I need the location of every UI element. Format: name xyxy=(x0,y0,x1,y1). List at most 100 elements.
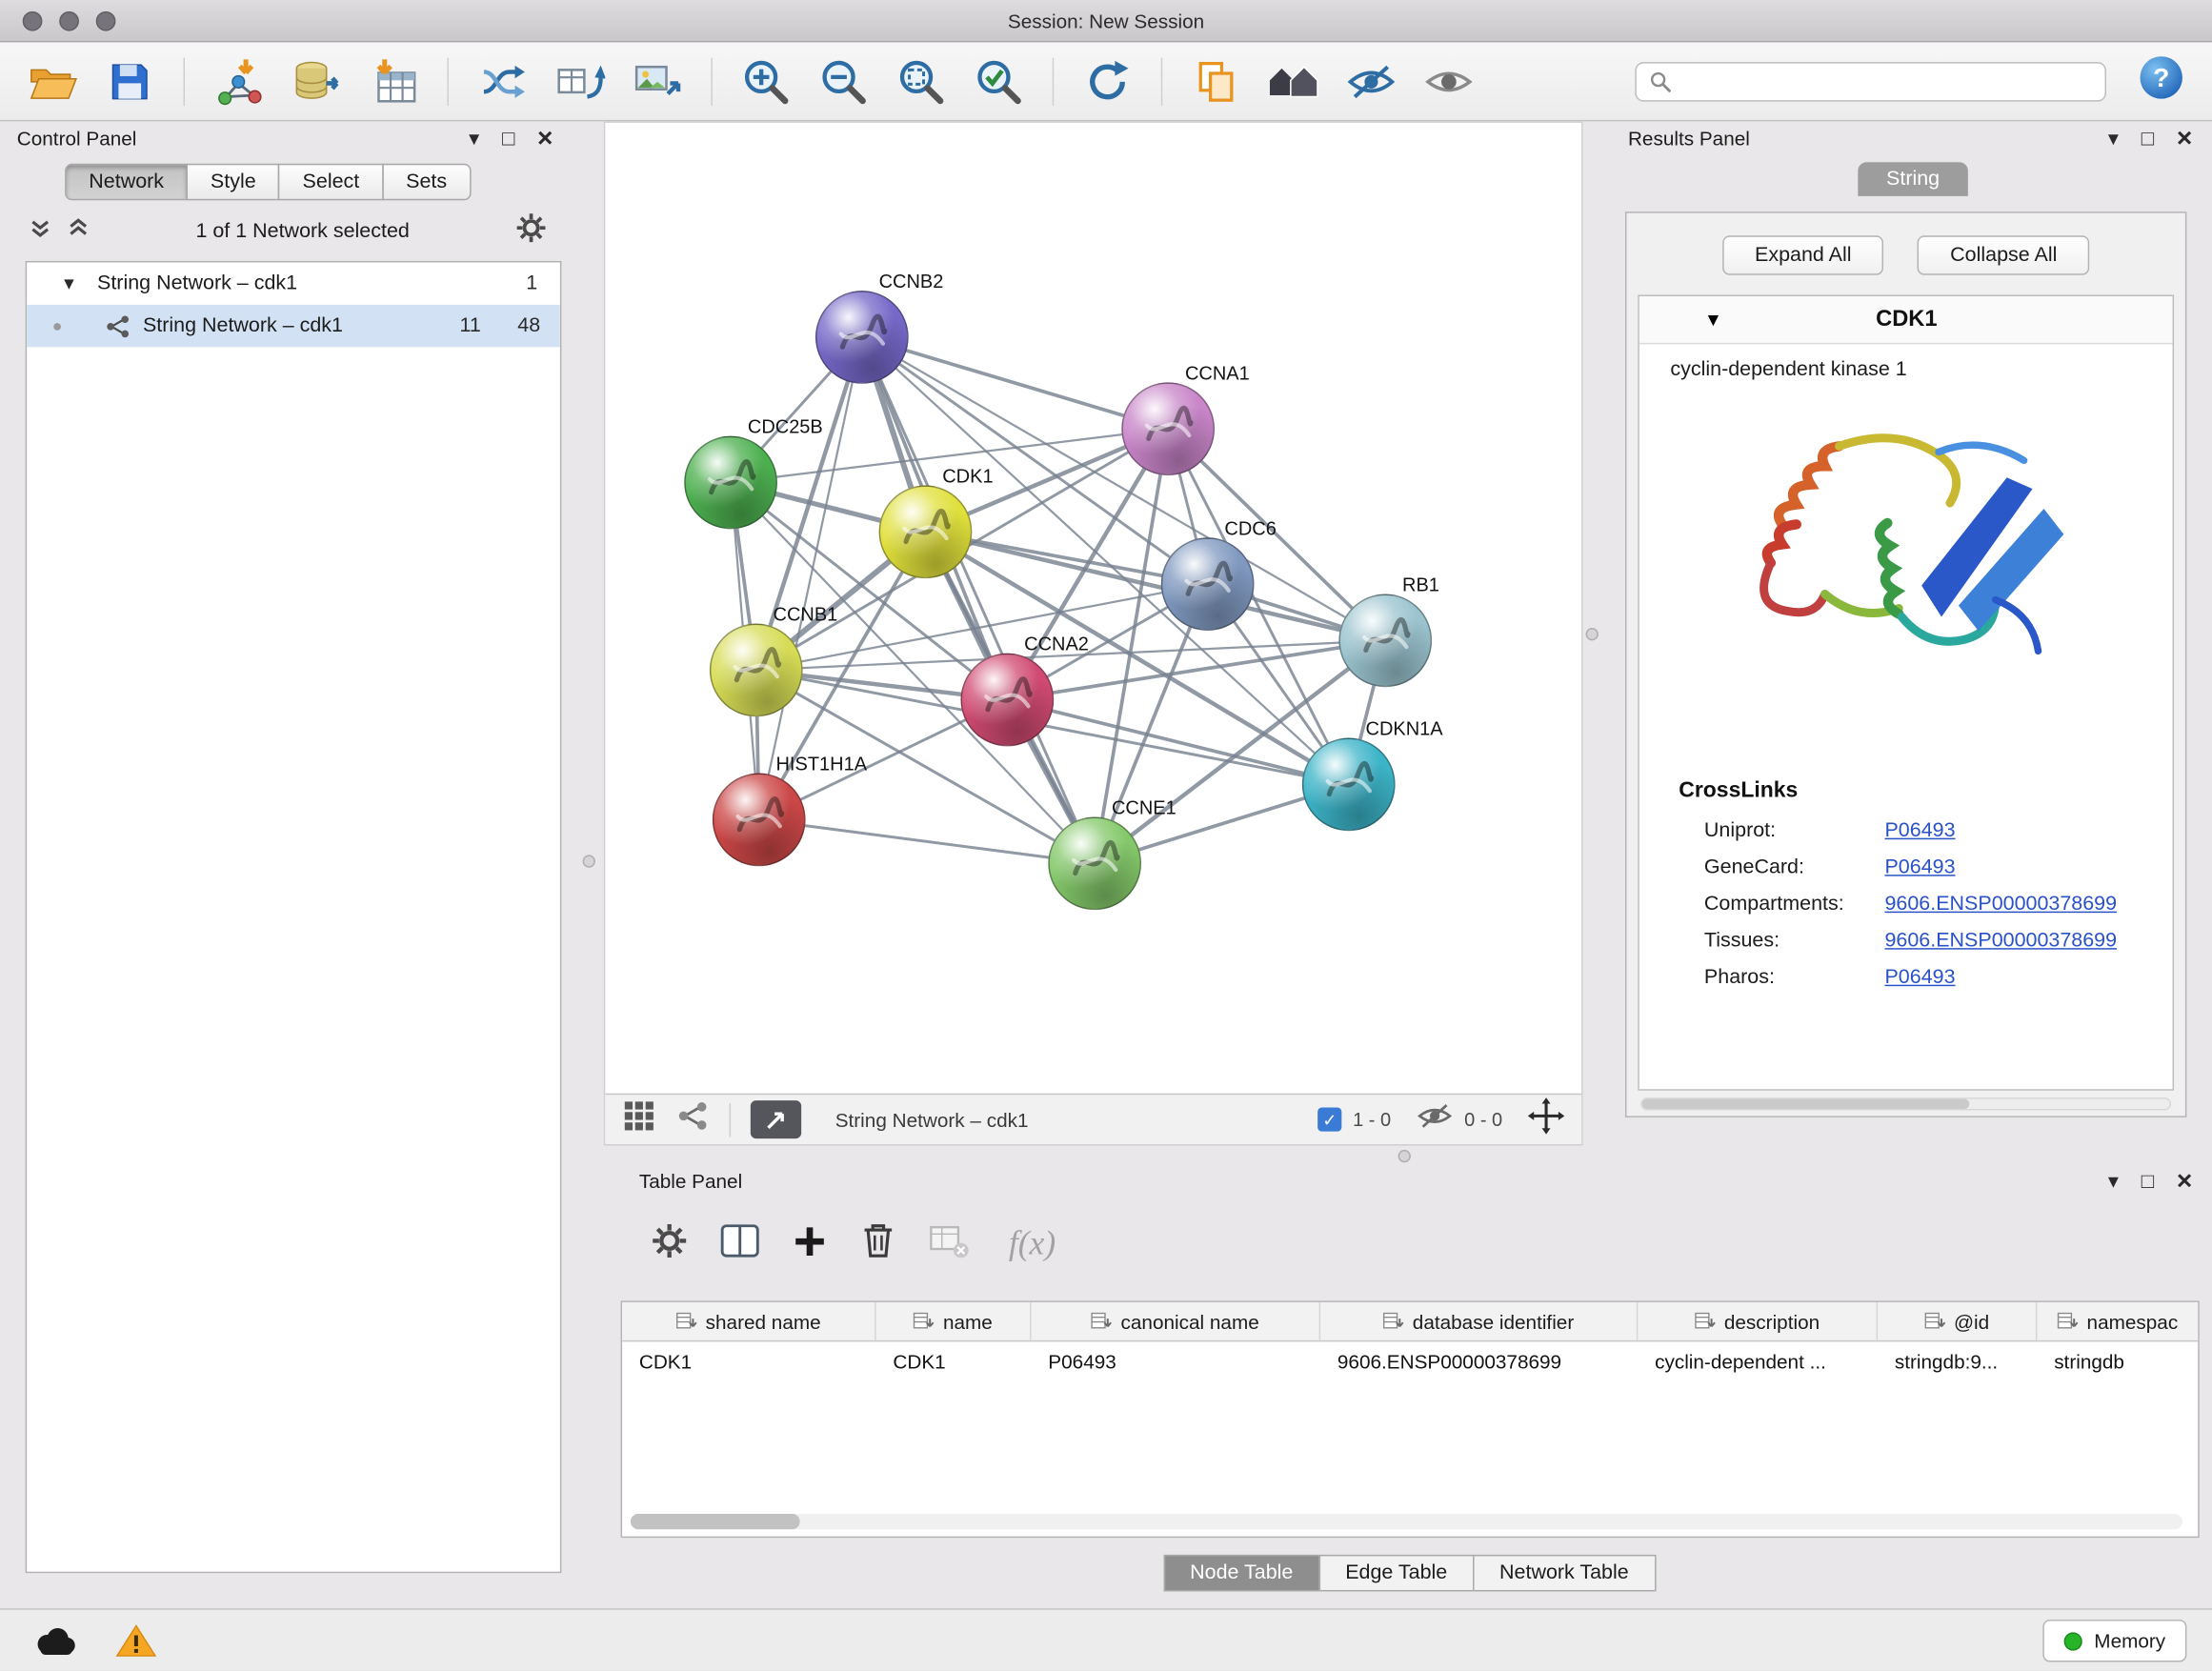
pan-crosshair-icon[interactable] xyxy=(1528,1097,1565,1141)
cloud-icon[interactable] xyxy=(31,1623,79,1665)
crosslink-link[interactable]: P06493 xyxy=(1884,819,1955,842)
collapse-all-button[interactable]: Collapse All xyxy=(1918,235,2089,274)
maximize-panel-icon[interactable]: □ xyxy=(502,128,514,149)
network-options-gear-icon[interactable] xyxy=(515,211,548,251)
network-node-ccnb2[interactable] xyxy=(815,291,909,384)
crosslink-link[interactable]: 9606.ENSP00000378699 xyxy=(1884,930,2117,953)
collapse-triangle-icon[interactable]: ▼ xyxy=(61,273,78,293)
network-row[interactable]: ● String Network – cdk1 11 48 xyxy=(27,305,560,347)
right-splitter-handle[interactable] xyxy=(1586,628,1599,640)
import-network-from-file-button[interactable] xyxy=(206,49,271,113)
tab-network[interactable]: Network xyxy=(65,164,188,201)
network-node-ccna2[interactable] xyxy=(960,654,1054,747)
table-cell[interactable]: cyclin-dependent ... xyxy=(1638,1341,1878,1380)
network-node-cdkn1a[interactable] xyxy=(1302,738,1396,832)
float-panel-icon[interactable]: ▾ xyxy=(469,128,479,149)
close-panel-icon[interactable]: × xyxy=(2177,125,2192,151)
table-cell[interactable]: 9606.ENSP00000378699 xyxy=(1320,1341,1638,1380)
table-horizontal-scrollbar[interactable] xyxy=(631,1514,2182,1529)
table-cell[interactable]: P06493 xyxy=(1032,1341,1321,1380)
home-button[interactable] xyxy=(1261,49,1326,113)
crosslink-link[interactable]: 9606.ENSP00000378699 xyxy=(1884,893,2117,916)
column-header[interactable]: namespac xyxy=(2037,1302,2198,1340)
tab-edge-table[interactable]: Edge Table xyxy=(1318,1555,1474,1592)
close-window-icon[interactable] xyxy=(23,11,43,31)
help-button[interactable]: ? xyxy=(2139,55,2183,108)
network-node-ccnb1[interactable] xyxy=(710,624,803,717)
network-node-cdc25b[interactable] xyxy=(684,436,777,530)
minimize-window-icon[interactable] xyxy=(59,11,79,31)
delete-column-trash-icon[interactable] xyxy=(859,1220,897,1268)
column-header[interactable]: description xyxy=(1638,1302,1878,1340)
hidden-eye-slash-icon[interactable] xyxy=(1417,1100,1454,1138)
crosslink-link[interactable]: P06493 xyxy=(1884,856,1955,879)
zoom-fit-button[interactable] xyxy=(889,49,954,113)
import-network-from-database-button[interactable] xyxy=(284,49,349,113)
warning-icon[interactable] xyxy=(115,1622,156,1666)
tab-node-table[interactable]: Node Table xyxy=(1163,1555,1320,1592)
close-panel-icon[interactable]: × xyxy=(537,125,553,151)
import-table-from-file-button[interactable] xyxy=(361,49,426,113)
table-cell[interactable]: stringdb:9... xyxy=(1878,1341,2037,1380)
network-canvas[interactable]: CCNB2CCNA1CDC25BCDK1CDC6RB1CCNB1CCNA2CDK… xyxy=(605,123,1581,1094)
string-share-icon[interactable] xyxy=(675,1099,710,1140)
zoom-selected-button[interactable] xyxy=(966,49,1031,113)
collapse-triangle-icon[interactable]: ▼ xyxy=(1704,309,1722,330)
open-session-button[interactable] xyxy=(20,49,85,113)
network-node-rb1[interactable] xyxy=(1338,594,1432,687)
zoom-out-button[interactable] xyxy=(812,49,876,113)
tab-string-results[interactable]: String xyxy=(1858,162,1967,196)
grid-icon[interactable] xyxy=(622,1099,656,1140)
new-network-from-selection-button[interactable] xyxy=(548,49,613,113)
protein-section-header[interactable]: ▼ CDK1 xyxy=(1639,296,2173,344)
network-collection-row[interactable]: ▼ String Network – cdk1 1 xyxy=(27,262,560,304)
show-columns-icon[interactable] xyxy=(719,1221,760,1266)
refresh-view-button[interactable] xyxy=(1075,49,1139,113)
network-node-hist1h1a[interactable] xyxy=(713,774,806,867)
maximize-panel-icon[interactable]: □ xyxy=(2142,1170,2154,1191)
network-node-cdc6[interactable] xyxy=(1161,537,1255,631)
expand-all-networks-icon[interactable] xyxy=(67,216,90,248)
tab-sets[interactable]: Sets xyxy=(382,164,471,201)
zoom-in-button[interactable] xyxy=(734,49,798,113)
left-splitter-handle[interactable] xyxy=(583,855,595,867)
new-network-button[interactable] xyxy=(470,49,534,113)
crosslink-link[interactable]: P06493 xyxy=(1884,966,1955,989)
birdseye-view-button[interactable] xyxy=(751,1100,801,1138)
float-panel-icon[interactable]: ▾ xyxy=(2108,1170,2119,1191)
network-node-ccne1[interactable] xyxy=(1048,816,1141,910)
column-header[interactable]: canonical name xyxy=(1032,1302,1321,1340)
memory-button[interactable]: Memory xyxy=(2043,1620,2186,1661)
expand-all-button[interactable]: Expand All xyxy=(1722,235,1884,274)
column-header[interactable]: @id xyxy=(1878,1302,2037,1340)
search-input[interactable] xyxy=(1681,70,2092,91)
horizontal-splitter-handle[interactable] xyxy=(1398,1150,1411,1162)
export-image-button[interactable] xyxy=(625,49,690,113)
zoom-window-icon[interactable] xyxy=(96,11,116,31)
column-header[interactable]: name xyxy=(876,1302,1032,1340)
selected-checkbox-icon[interactable]: ✓ xyxy=(1317,1108,1341,1132)
results-horizontal-scrollbar[interactable] xyxy=(1640,1097,2171,1110)
tab-select[interactable]: Select xyxy=(278,164,383,201)
add-column-icon[interactable] xyxy=(792,1222,829,1266)
maximize-panel-icon[interactable]: □ xyxy=(2142,128,2154,149)
hide-graphics-details-button[interactable] xyxy=(1338,49,1403,113)
search-box[interactable] xyxy=(1635,61,2106,100)
column-header[interactable]: database identifier xyxy=(1320,1302,1638,1340)
table-cell[interactable]: CDK1 xyxy=(622,1341,876,1380)
table-options-gear-icon[interactable] xyxy=(651,1221,689,1266)
tab-network-table[interactable]: Network Table xyxy=(1473,1555,1656,1592)
show-graphics-details-button[interactable] xyxy=(1417,49,1481,113)
save-session-button[interactable] xyxy=(97,49,162,113)
close-panel-icon[interactable]: × xyxy=(2177,1167,2192,1194)
collapse-all-networks-icon[interactable] xyxy=(29,216,52,248)
table-row[interactable]: CDK1 CDK1 P06493 9606.ENSP00000378699 cy… xyxy=(622,1341,2198,1380)
network-node-ccna1[interactable] xyxy=(1121,382,1215,475)
annotation-button[interactable] xyxy=(1183,49,1248,113)
column-header[interactable]: shared name xyxy=(622,1302,876,1340)
network-node-cdk1[interactable] xyxy=(879,485,973,578)
table-cell[interactable]: CDK1 xyxy=(876,1341,1032,1380)
float-panel-icon[interactable]: ▾ xyxy=(2108,128,2119,149)
tab-style[interactable]: Style xyxy=(187,164,280,201)
table-cell[interactable]: stringdb xyxy=(2037,1341,2198,1380)
